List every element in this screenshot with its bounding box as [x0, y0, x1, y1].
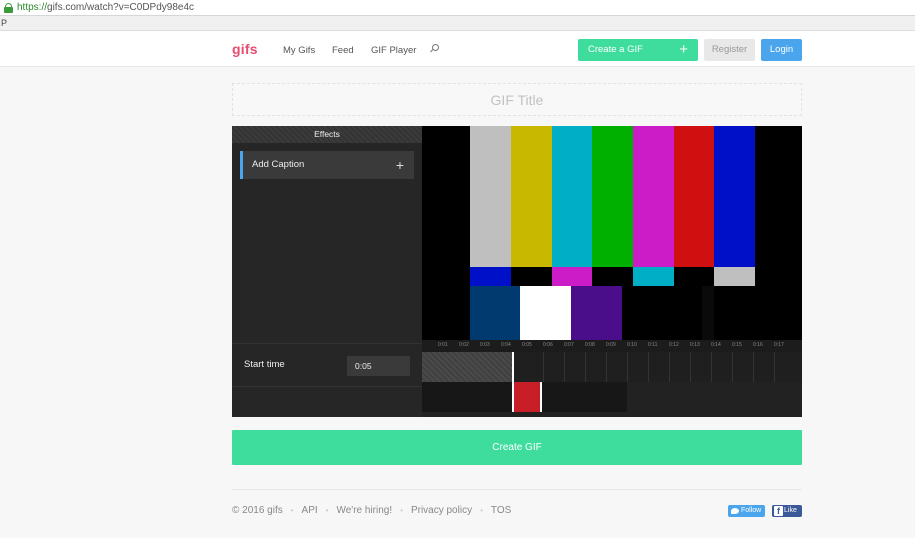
track-divider	[606, 352, 607, 382]
tick-label: 0:05	[522, 342, 532, 348]
color-bar-gray-small	[714, 267, 755, 286]
bookmarks-bar: P	[0, 16, 915, 31]
track-divider	[774, 352, 775, 382]
start-time-input[interactable]	[347, 356, 410, 376]
login-button[interactable]: Login	[761, 39, 802, 61]
track-divider	[627, 352, 628, 382]
selection-handle[interactable]	[512, 382, 542, 412]
follow-label: Follow	[741, 507, 762, 514]
tick-label: 0:10	[627, 342, 637, 348]
tick-label: 0:07	[564, 342, 574, 348]
color-bar-cyan	[552, 126, 592, 267]
track-divider	[753, 352, 754, 382]
footer-link-api[interactable]: API	[302, 505, 318, 516]
effects-panel: Add Caption +	[232, 143, 422, 343]
like-label: Like	[784, 507, 797, 514]
nav-my-gifs[interactable]: My Gifs	[283, 45, 315, 56]
tick-label: 0:09	[606, 342, 616, 348]
color-bar-white	[520, 286, 571, 340]
facebook-icon: f	[774, 506, 783, 516]
timeline-ticks: 0:01 0:02 0:03 0:04 0:05 0:06 0:07 0:08 …	[422, 340, 802, 352]
timeline-playhead[interactable]	[512, 352, 514, 382]
facebook-like-button[interactable]: f Like	[772, 505, 802, 517]
tick-label: 0:14	[711, 342, 721, 348]
track-divider	[543, 352, 544, 382]
timeline-played-region	[422, 352, 512, 382]
footer-separator: •	[480, 506, 483, 515]
start-time-label: Start time	[244, 359, 285, 370]
footer-separator: •	[400, 506, 403, 515]
tick-label: 0:04	[501, 342, 511, 348]
twitter-follow-button[interactable]: Follow	[728, 505, 765, 517]
color-bar-gray	[470, 126, 511, 267]
create-a-gif-label: Create a GIF	[588, 44, 643, 55]
tick-label: 0:16	[753, 342, 763, 348]
color-bar-magenta-small	[552, 267, 592, 286]
gif-editor: Effects Add Caption + 0:01 0:02 0:03 0:0…	[232, 126, 802, 417]
track-divider	[732, 352, 733, 382]
footer-link-tos[interactable]: TOS	[491, 505, 511, 516]
tick-label: 0:02	[459, 342, 469, 348]
color-bar-blue	[714, 126, 755, 267]
footer-link-hiring[interactable]: We're hiring!	[336, 505, 392, 516]
tick-label: 0:12	[669, 342, 679, 348]
plus-icon: +	[679, 41, 688, 58]
register-button[interactable]: Register	[704, 39, 755, 61]
track-divider	[669, 352, 670, 382]
left-panel-footer	[232, 386, 422, 417]
bookmark-item[interactable]: P	[1, 18, 7, 28]
tick-label: 0:03	[480, 342, 490, 348]
nav-feed[interactable]: Feed	[332, 45, 354, 56]
lock-icon	[4, 2, 13, 13]
tick-label: 0:13	[690, 342, 700, 348]
nav-gif-player[interactable]: GIF Player	[371, 45, 416, 56]
color-bar-black-step	[702, 286, 714, 340]
footer-links: © 2016 gifs • API • We're hiring! • Priv…	[232, 505, 511, 516]
gif-title-input[interactable]	[232, 83, 802, 116]
track-divider	[564, 352, 565, 382]
track-divider	[648, 352, 649, 382]
site-logo[interactable]: gifs	[232, 41, 258, 57]
copyright-text: © 2016 gifs	[232, 505, 283, 516]
address-bar[interactable]: https://gifs.com/watch?v=C0DPdy98e4c	[0, 0, 915, 16]
search-icon[interactable]	[430, 44, 439, 53]
footer-link-privacy[interactable]: Privacy policy	[411, 505, 472, 516]
color-bar-navy	[470, 286, 520, 340]
tick-label: 0:11	[648, 342, 658, 348]
track-divider	[585, 352, 586, 382]
tick-label: 0:17	[774, 342, 784, 348]
footer-divider	[232, 489, 802, 490]
effects-heading: Effects	[232, 126, 422, 143]
timeline-track[interactable]	[422, 352, 802, 382]
color-bar-magenta	[633, 126, 674, 267]
selection-track[interactable]	[422, 382, 802, 417]
tick-label: 0:01	[438, 342, 448, 348]
tick-label: 0:06	[543, 342, 553, 348]
footer-separator: •	[325, 506, 329, 515]
create-gif-button[interactable]: Create GIF	[232, 430, 802, 465]
create-a-gif-button[interactable]: Create a GIF +	[578, 39, 698, 61]
url-text[interactable]: https://gifs.com/watch?v=C0DPdy98e4c	[17, 2, 194, 13]
color-bar-red	[674, 126, 714, 267]
twitter-bird-icon	[731, 508, 739, 514]
plus-icon: +	[395, 157, 404, 173]
color-bar-purple	[571, 286, 622, 340]
tick-label: 0:15	[732, 342, 742, 348]
add-caption-button[interactable]: Add Caption +	[240, 151, 414, 179]
video-preview[interactable]	[422, 126, 802, 340]
add-caption-label: Add Caption	[252, 159, 305, 170]
track-divider	[711, 352, 712, 382]
site-header: gifs My Gifs Feed GIF Player Create a GI…	[0, 31, 915, 67]
track-divider	[690, 352, 691, 382]
color-bar-blue-small	[470, 267, 511, 286]
color-bar-cyan-small	[633, 267, 674, 286]
color-bar-green	[592, 126, 633, 267]
footer-separator: •	[290, 506, 294, 515]
start-time-row: Start time	[232, 343, 422, 386]
color-bar-yellow	[511, 126, 552, 267]
tick-label: 0:08	[585, 342, 595, 348]
